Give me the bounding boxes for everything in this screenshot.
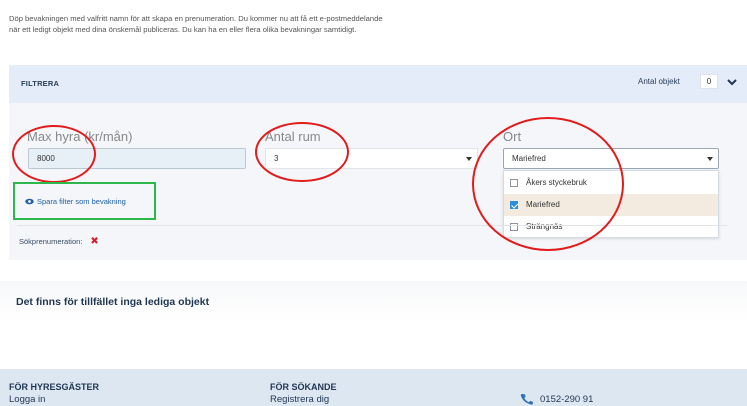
checkbox-icon[interactable]: [510, 179, 518, 187]
divider: [17, 225, 727, 226]
max-rent-input[interactable]: 8000: [28, 148, 246, 169]
phone-icon: [520, 394, 533, 405]
subscription-label: Sökprenumeration:: [19, 237, 83, 246]
object-count-label: Antal objekt: [638, 77, 680, 86]
location-label: Ort: [503, 129, 522, 144]
phone-number: 0152-290 91: [540, 393, 594, 405]
location-value: Mariefred: [512, 154, 546, 163]
rooms-select[interactable]: 3: [265, 148, 478, 169]
filter-header[interactable]: FILTRERA Antal objekt 0: [9, 65, 747, 103]
subscription-row: Sökprenumeration: ✖: [19, 236, 99, 247]
location-option-label: Åkers styckebruk: [526, 178, 587, 187]
rooms-value: 3: [274, 154, 279, 163]
login-link[interactable]: Logga in: [9, 394, 45, 405]
close-icon[interactable]: ✖: [90, 236, 98, 247]
dropdown-arrow-icon: [707, 157, 713, 161]
no-results-text: Det finns för tillfället inga lediga obj…: [16, 296, 210, 308]
footer: [0, 369, 747, 406]
tenants-heading: FÖR HYRESGÄSTER: [9, 382, 100, 392]
location-dropdown: Åkers styckebruk Mariefred Strängnäs: [503, 170, 719, 238]
register-link[interactable]: Registrera dig: [270, 394, 329, 405]
phone-contact[interactable]: 0152-290 91: [520, 393, 593, 405]
chevron-down-icon[interactable]: [725, 75, 739, 89]
location-option-label: Strängnäs: [526, 222, 563, 231]
location-option[interactable]: Strängnäs: [504, 216, 718, 238]
checkbox-icon[interactable]: [510, 201, 518, 209]
dropdown-arrow-icon: [466, 157, 472, 161]
rooms-label: Antal rum: [265, 129, 321, 144]
intro-line-1: Döp bevakningen med valfritt namn för at…: [9, 14, 383, 23]
object-count-badge: 0: [700, 74, 718, 89]
location-option-label: Mariefred: [526, 200, 560, 209]
location-select[interactable]: Mariefred: [503, 148, 719, 169]
save-filter-link[interactable]: Spara filter som bevakning: [25, 197, 126, 206]
save-filter-label: Spara filter som bevakning: [37, 197, 126, 206]
max-rent-label: Max hyra (kr/mån): [27, 129, 133, 144]
filter-title: FILTRERA: [21, 79, 60, 88]
intro-line-2: när ett ledigt objekt med dina önskemål …: [9, 25, 357, 34]
location-option[interactable]: Mariefred: [504, 194, 718, 216]
eye-icon: [25, 198, 34, 205]
intro-text: Döp bevakningen med valfritt namn för at…: [9, 13, 549, 35]
location-option[interactable]: Åkers styckebruk: [504, 172, 718, 194]
seekers-heading: FÖR SÖKANDE: [270, 382, 337, 392]
